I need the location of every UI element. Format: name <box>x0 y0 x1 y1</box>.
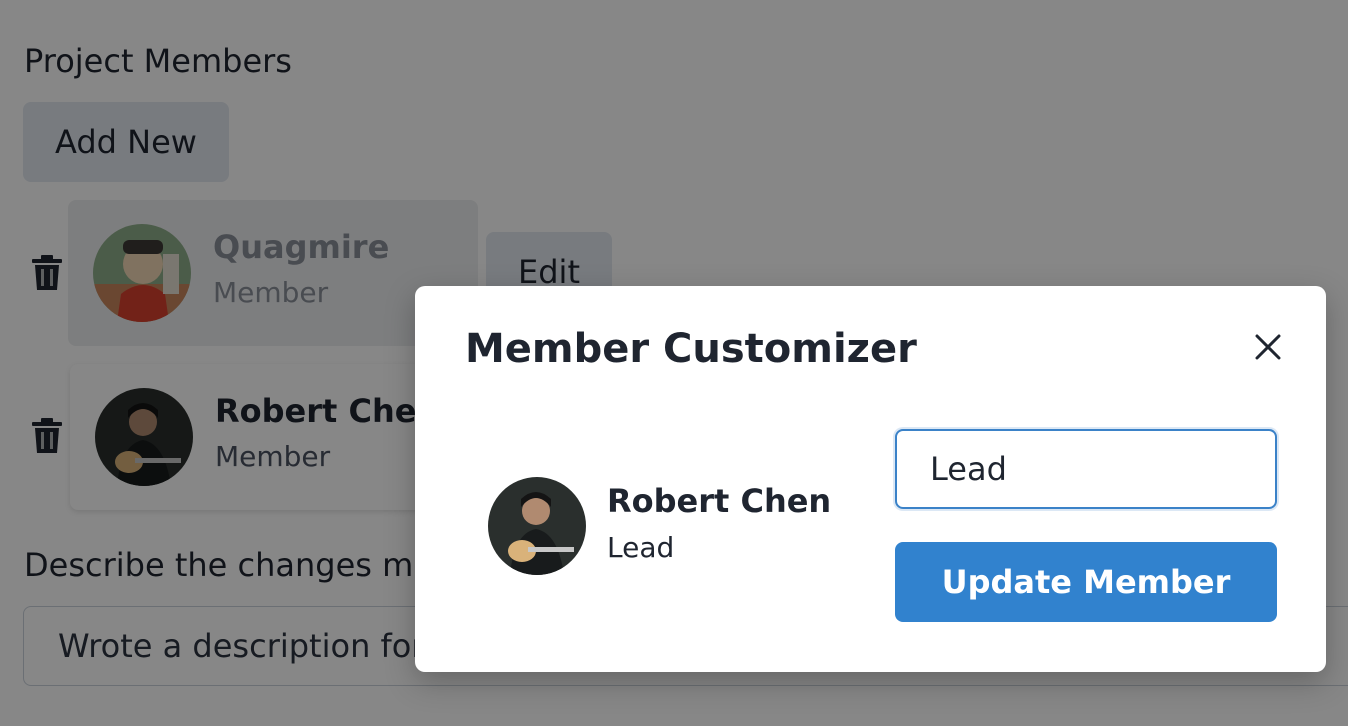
modal-member-name: Robert Chen <box>607 482 832 520</box>
role-input[interactable] <box>895 429 1277 509</box>
member-customizer-modal: Member Customizer Robert Chen Lead Updat… <box>415 286 1326 672</box>
modal-title: Member Customizer <box>465 326 917 372</box>
avatar <box>488 477 586 575</box>
modal-member-role: Lead <box>607 531 675 564</box>
close-icon[interactable] <box>1251 330 1285 364</box>
update-member-button[interactable]: Update Member <box>895 542 1277 622</box>
